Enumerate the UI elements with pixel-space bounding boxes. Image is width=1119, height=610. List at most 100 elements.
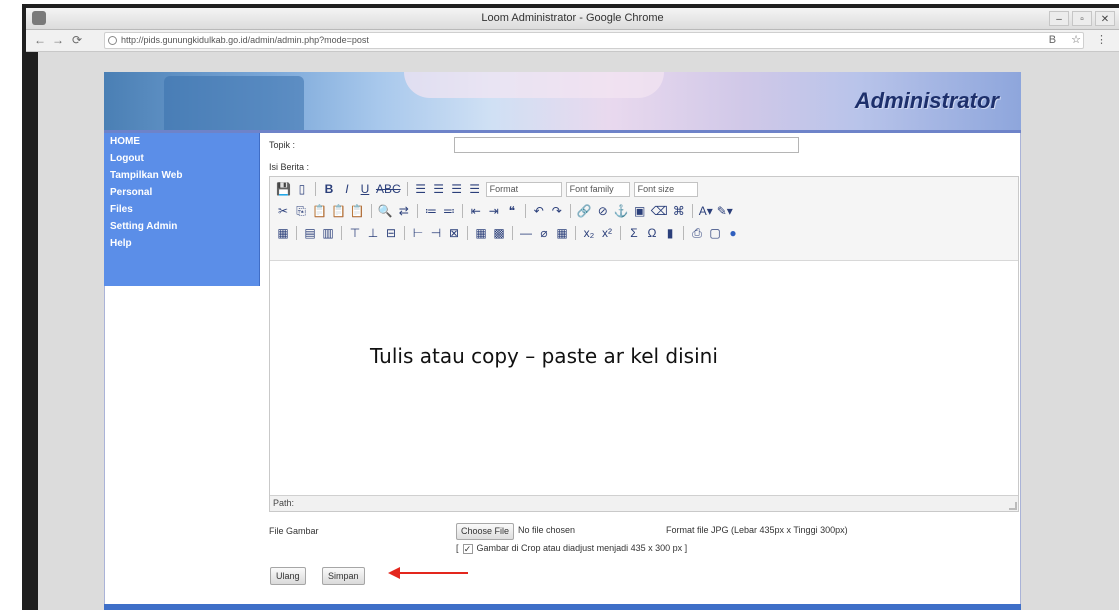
save-icon[interactable]: 💾	[276, 182, 291, 196]
minimize-button[interactable]: –	[1049, 11, 1069, 26]
red-arrow-annotation	[388, 567, 468, 579]
toolbar-separator	[461, 204, 463, 218]
font-size-select[interactable]: Font size	[633, 181, 698, 197]
reset-button[interactable]: Ulang	[270, 567, 306, 585]
address-bar[interactable]: http://pids.gunungkidulkab.go.id/admin/a…	[104, 32, 1084, 49]
toolbar-separator	[296, 226, 297, 240]
align-right-icon[interactable]: ☰	[450, 182, 464, 196]
bookmark-star-icon[interactable]: B ☆ ⋮	[1049, 33, 1113, 46]
media-icon[interactable]: ▮	[663, 226, 677, 240]
sidebar-menu: HOME Logout Tampilkan Web Personal Files…	[104, 133, 260, 286]
sidebar-item-tampilkan-web[interactable]: Tampilkan Web	[104, 167, 259, 184]
sidebar-item-personal[interactable]: Personal	[104, 184, 259, 201]
banner-decoration	[404, 72, 664, 98]
back-arrow-icon[interactable]: ←	[34, 33, 46, 47]
strikethrough-icon[interactable]: ABC	[376, 182, 401, 196]
paste-text-icon[interactable]: 📋	[331, 204, 346, 218]
highlight-color-icon[interactable]: ✎▾	[717, 204, 733, 218]
visual-aid-icon[interactable]: ▦	[555, 226, 569, 240]
align-center-icon[interactable]: ☰	[432, 182, 446, 196]
merge-cells-icon[interactable]: ▩	[492, 226, 506, 240]
insert-table-icon[interactable]: ▦	[276, 226, 290, 240]
copy-icon[interactable]: ⎘	[294, 204, 308, 219]
special-char-icon[interactable]: Ω	[645, 226, 659, 240]
outdent-icon[interactable]: ⇤	[469, 204, 483, 218]
fullscreen-icon[interactable]: ▢	[708, 226, 722, 240]
choose-file-button[interactable]: Choose File	[456, 523, 515, 540]
horizontal-rule-icon[interactable]: —	[519, 226, 533, 240]
anchor-icon[interactable]: ⚓	[614, 204, 629, 218]
underline-icon[interactable]: U	[358, 182, 372, 196]
screenshot-frame: Loom Administrator - Google Chrome – ▫ ✕…	[0, 0, 1119, 610]
info-icon[interactable]	[108, 36, 117, 45]
topik-label: Topik :	[269, 140, 296, 150]
sidebar-item-help[interactable]: Help	[104, 235, 259, 252]
browser-toolbar: ← → ⟳ http://pids.gunungkidulkab.go.id/a…	[26, 30, 1119, 52]
crop-note-text: Gambar di Crop atau diadjust menjadi 435…	[476, 543, 688, 553]
toolbar-separator	[406, 182, 408, 196]
indent-icon[interactable]: ⇥	[487, 204, 501, 218]
delete-row-icon[interactable]: ⊟	[384, 226, 398, 240]
editor-content-area[interactable]	[270, 261, 1018, 495]
italic-icon[interactable]: I	[340, 182, 354, 196]
help-icon[interactable]: ●	[726, 226, 740, 240]
undo-icon[interactable]: ↶	[532, 204, 546, 218]
align-left-icon[interactable]: ☰	[414, 182, 428, 196]
crop-bracket: [	[456, 543, 459, 553]
reload-icon[interactable]: ⟳	[72, 33, 82, 47]
banner-title: Administrator	[854, 88, 999, 113]
print-icon[interactable]: ⎙	[690, 226, 704, 241]
find-icon[interactable]: 🔍	[378, 204, 393, 218]
bold-icon[interactable]: B	[322, 182, 336, 196]
topik-input[interactable]	[454, 137, 799, 153]
close-button[interactable]: ✕	[1095, 11, 1115, 26]
paste-word-icon[interactable]: 📋	[350, 204, 365, 218]
replace-icon[interactable]: ⇄	[397, 204, 411, 218]
sidebar-item-home[interactable]: HOME	[104, 133, 259, 150]
bullet-list-icon[interactable]: ≔	[424, 204, 438, 218]
maximize-button[interactable]: ▫	[1072, 11, 1092, 26]
insert-row-after-icon[interactable]: ⊥	[366, 226, 380, 240]
row-props-icon[interactable]: ▤	[303, 226, 317, 240]
toolbar-row-1: 💾 ▯ B I U ABC ☰ ☰ ☰ ☰ Format Font family…	[276, 179, 698, 199]
unlink-icon[interactable]: ⊘	[596, 204, 610, 218]
split-cells-icon[interactable]: ▦	[474, 226, 488, 240]
toolbar-separator	[404, 226, 405, 240]
sidebar-item-files[interactable]: Files	[104, 201, 259, 218]
superscript-icon[interactable]: x²	[600, 226, 614, 240]
link-icon[interactable]: 🔗	[577, 204, 592, 218]
numbered-list-icon[interactable]: ≕	[442, 204, 456, 218]
new-document-icon[interactable]: ▯	[295, 182, 309, 196]
toolbar-separator	[314, 182, 316, 196]
resize-handle[interactable]	[1009, 502, 1017, 510]
cell-props-icon[interactable]: ▥	[321, 226, 335, 240]
text-color-icon[interactable]: A▾	[699, 204, 713, 218]
font-family-select[interactable]: Font family	[565, 181, 630, 197]
toolbar-separator	[467, 226, 468, 240]
forward-arrow-icon[interactable]: →	[52, 33, 64, 47]
sidebar-item-setting-admin[interactable]: Setting Admin	[104, 218, 259, 235]
cut-icon[interactable]: ✂	[276, 204, 290, 218]
image-icon[interactable]: ▣	[633, 204, 647, 218]
html-source-icon[interactable]: ⌘	[672, 204, 686, 218]
toolbar-row-2: ✂ ⎘ 📋 📋 📋 🔍 ⇄ ≔ ≕ ⇤ ⇥ ❝ ↶ ↷ 🔗 ⊘ ⚓ ▣ ⌫ ⌘ …	[276, 201, 733, 221]
blockquote-icon[interactable]: ❝	[505, 204, 519, 218]
format-select[interactable]: Format	[485, 181, 562, 197]
align-justify-icon[interactable]: ☰	[468, 182, 482, 196]
insert-col-before-icon[interactable]: ⊢	[411, 226, 425, 240]
toolbar-separator	[370, 204, 372, 218]
remove-format-icon[interactable]: ⌀	[537, 226, 551, 240]
redo-icon[interactable]: ↷	[550, 204, 564, 218]
sum-icon[interactable]: Σ	[627, 226, 641, 240]
paste-icon[interactable]: 📋	[312, 204, 327, 218]
insert-col-after-icon[interactable]: ⊣	[429, 226, 443, 240]
subscript-icon[interactable]: x₂	[582, 226, 596, 240]
delete-col-icon[interactable]: ⊠	[447, 226, 461, 240]
toolbar-row-3: ▦ ▤ ▥ ⊤ ⊥ ⊟ ⊢ ⊣ ⊠ ▦ ▩ — ⌀ ▦ x₂ x² Σ Ω ▮ …	[276, 223, 740, 243]
save-button[interactable]: Simpan	[322, 567, 365, 585]
crop-checkbox[interactable]: ✓	[462, 543, 473, 554]
cleanup-icon[interactable]: ⌫	[651, 204, 668, 218]
toolbar-separator	[575, 226, 576, 240]
sidebar-item-logout[interactable]: Logout	[104, 150, 259, 167]
insert-row-before-icon[interactable]: ⊤	[348, 226, 362, 240]
